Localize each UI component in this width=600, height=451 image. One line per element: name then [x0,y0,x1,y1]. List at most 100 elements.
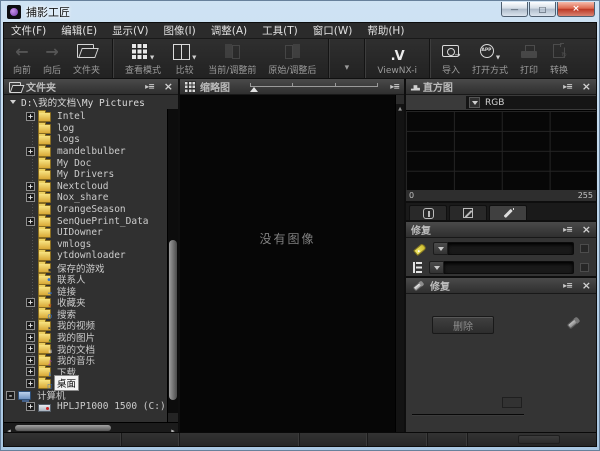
expand-toggle-icon[interactable] [26,298,35,307]
menu-item[interactable]: 窗口(W) [313,23,353,38]
tree-item[interactable]: OrangeSeason [4,204,167,216]
toolbar-button[interactable]: 转换 [544,39,574,78]
tree-item[interactable]: logs [4,134,167,146]
tree-item[interactable]: 下载 [4,366,167,378]
expand-toggle-icon[interactable] [6,391,15,400]
scroll-up-icon[interactable] [396,95,404,104]
combo-dropdown-icon[interactable] [433,242,448,255]
expand-toggle-icon[interactable] [26,182,35,191]
tree-item[interactable]: 桌面 [4,378,167,390]
expand-toggle-icon[interactable] [26,112,35,121]
tree-item[interactable]: My Drivers [4,169,167,181]
tab-edit[interactable] [449,205,487,220]
panel-menu-icon[interactable]: ▸≡ [390,82,399,91]
scrollbar-thumb[interactable] [169,240,177,400]
toolbar-button[interactable]: 原始/调整后 [262,39,322,78]
toolbar-button[interactable]: 查看模式 [112,39,167,78]
panel-close-icon[interactable]: × [164,81,173,92]
tree-item[interactable]: vmlogs [4,239,167,251]
horizontal-scrollbar[interactable] [4,422,178,432]
tree-root-item[interactable]: D:\我的文档\My Pictures [4,95,178,109]
expand-toggle-icon[interactable] [26,193,35,202]
menu-item[interactable]: 工具(T) [262,23,298,38]
toolbar-icon [391,45,404,64]
tree-item[interactable]: My Doc [4,157,167,169]
panel-menu-icon[interactable]: ▸≡ [145,82,154,91]
panel-close-icon[interactable]: × [582,224,591,235]
delete-button[interactable]: 删除 [432,316,494,334]
tree-item[interactable]: UIDowner [4,227,167,239]
tree-item[interactable]: log [4,123,167,135]
expand-toggle-icon[interactable] [26,344,35,353]
tag-preset-combo[interactable] [433,242,574,255]
expand-toggle-icon[interactable] [26,356,35,365]
toolbar-button[interactable]: 导入 [429,39,466,78]
thumbnail-size-slider[interactable] [250,81,378,93]
tree-item[interactable]: 我的音乐 [4,354,167,366]
tag-checkbox[interactable] [580,244,589,253]
chevron-down-icon[interactable] [10,100,16,104]
toolbar-button[interactable]: ViewNX-i [364,39,423,78]
hierarchy-preset-combo[interactable] [429,261,574,274]
size-slider-groove[interactable] [412,414,524,416]
folders-panel-title: 文件夹 [26,79,56,94]
toolbar-button[interactable] [328,39,358,78]
toolbar-button[interactable]: 当前/调整前 [202,39,262,78]
size-button[interactable] [502,397,522,408]
vertical-scrollbar[interactable] [167,109,178,422]
expand-toggle-icon[interactable] [26,379,35,388]
vertical-scrollbar[interactable] [395,95,404,432]
slider-track[interactable] [250,86,378,87]
close-button[interactable]: × [557,2,595,17]
panel-close-icon[interactable]: × [582,280,591,291]
panel-close-icon[interactable]: × [582,81,591,92]
tree-item[interactable]: 联系人 [4,273,167,285]
folder-open-icon [9,82,22,92]
combo-dropdown-icon[interactable] [429,261,444,274]
combo-field[interactable] [444,261,574,274]
combo-field[interactable] [448,242,574,255]
scrollbar-thumb[interactable] [15,425,111,431]
panel-menu-icon[interactable]: ▸≡ [563,225,572,234]
toolbar-button[interactable]: 文件夹 [67,39,106,78]
tab-info[interactable] [409,205,447,220]
menu-item[interactable]: 图像(I) [163,23,195,38]
channel-select[interactable]: RGB [466,96,596,109]
hierarchy-checkbox[interactable] [580,263,589,272]
expand-toggle-icon[interactable] [26,147,35,156]
tree-item[interactable]: mandelbulber [4,146,167,158]
minimize-button[interactable]: — [501,2,528,17]
tree-item[interactable]: Intel [4,111,167,123]
tab-retouch[interactable] [489,205,527,220]
toolbar-button[interactable]: 比较 [167,39,202,78]
status-button[interactable] [518,435,560,444]
scroll-down-icon[interactable] [168,413,178,422]
panel-menu-icon[interactable]: ▸≡ [563,281,572,290]
menu-item[interactable]: 显示(V) [112,23,148,38]
toolbar-button[interactable]: 打印 [514,39,544,78]
tree-item[interactable]: Nextcloud [4,181,167,193]
menu-item[interactable]: 调整(A) [211,23,247,38]
tree-item[interactable]: Nox_share [4,192,167,204]
menu-item[interactable]: 编辑(E) [61,23,97,38]
expand-toggle-icon[interactable] [26,321,35,330]
tree-item[interactable]: 计算机 [4,389,167,401]
toolbar-button[interactable]: 打开方式 [466,39,514,78]
expand-toggle-icon[interactable] [26,402,35,411]
tree-item[interactable]: 收藏夹 [4,297,167,309]
panel-menu-icon[interactable]: ▸≡ [563,82,572,91]
expand-toggle-icon[interactable] [26,333,35,342]
tree-item[interactable]: SenQuePrint_Data [4,215,167,227]
maximize-button[interactable]: □ [529,2,556,17]
expand-toggle-icon[interactable] [26,217,35,226]
toolbar-button[interactable]: 向前 [7,39,37,78]
tree-item[interactable]: HPLJP1000 1500 (C:) [4,401,167,413]
title-bar[interactable]: 捕影工匠 — □ × [1,1,599,22]
menu-item[interactable]: 文件(F) [11,23,46,38]
slider-handle[interactable] [250,87,258,92]
thumbnail-area[interactable]: 没有图像 [180,95,404,432]
toolbar-button[interactable]: 向后 [37,39,67,78]
chevron-down-icon[interactable] [469,97,480,108]
expand-toggle-icon[interactable] [26,367,35,376]
menu-item[interactable]: 帮助(H) [367,23,404,38]
